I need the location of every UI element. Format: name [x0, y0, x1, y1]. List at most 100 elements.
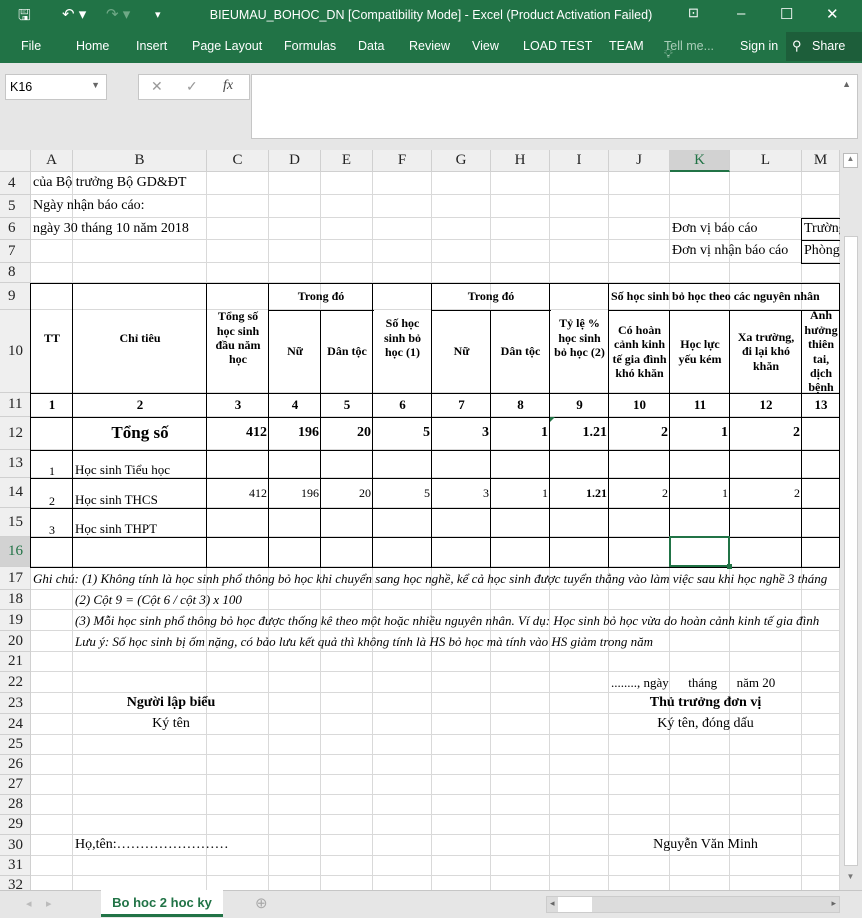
column-header-G[interactable]: G: [432, 150, 491, 172]
row-header-14[interactable]: 14: [0, 478, 31, 508]
minimize-icon[interactable]: –: [737, 5, 745, 22]
selected-cell-K16[interactable]: [669, 536, 730, 567]
close-icon[interactable]: ✕: [826, 5, 839, 23]
ribbon-display-icon[interactable]: ⊡: [688, 5, 699, 21]
cell-col-numbers-3: 4: [269, 393, 321, 417]
cell-text: 3: [49, 522, 55, 537]
share-button[interactable]: ⚲ Share: [786, 32, 862, 61]
cell-text: 20: [359, 485, 371, 500]
cell-rows-0-name: Tổng số: [73, 417, 207, 450]
window-title: BIEUMAU_BOHOC_DN [Compatibility Mode] - …: [209, 8, 653, 22]
cell-text: Trường: [804, 220, 840, 236]
row-header-25[interactable]: 25: [0, 735, 31, 755]
tab-view[interactable]: View: [472, 39, 499, 53]
scroll-right-icon[interactable]: ▸: [831, 898, 836, 909]
vertical-scroll-thumb[interactable]: [844, 236, 858, 866]
tell-me-search[interactable]: 💡︎ Tell me...: [664, 39, 714, 61]
row-header-6[interactable]: 6: [0, 218, 31, 240]
row-header-26[interactable]: 26: [0, 755, 31, 775]
row-header-16[interactable]: 16: [0, 537, 31, 567]
cell-col-numbers-6: 7: [432, 393, 491, 417]
chevron-down-icon[interactable]: ▼: [91, 80, 100, 90]
column-header-M[interactable]: M: [802, 150, 840, 172]
tab-load-test[interactable]: LOAD TEST: [523, 39, 592, 53]
tab-file[interactable]: File: [21, 39, 41, 53]
column-header-I[interactable]: I: [550, 150, 609, 172]
row-header-21[interactable]: 21: [0, 652, 31, 672]
row-header-19[interactable]: 19: [0, 610, 31, 631]
tab-insert[interactable]: Insert: [136, 39, 167, 53]
tab-team[interactable]: TEAM: [609, 39, 644, 53]
next-sheet-icon[interactable]: ▸: [46, 897, 52, 910]
cell-text: Học sinh THCS: [75, 492, 158, 508]
select-all-corner[interactable]: [0, 150, 31, 172]
insert-function-icon[interactable]: fx: [223, 78, 233, 94]
cell-text: 2: [662, 485, 668, 500]
row-header-31[interactable]: 31: [0, 856, 31, 876]
row-header-7[interactable]: 7: [0, 240, 31, 263]
cell-rows-1-values-5: [491, 450, 550, 478]
row-header-24[interactable]: 24: [0, 714, 31, 735]
tab-page-layout[interactable]: Page Layout: [192, 39, 262, 53]
row-header-30[interactable]: 30: [0, 835, 31, 856]
row-header-13[interactable]: 13: [0, 450, 31, 478]
sign-in-link[interactable]: Sign in: [740, 39, 778, 53]
cell-rows-3-tt: 3: [31, 508, 73, 537]
column-header-K[interactable]: K: [670, 150, 730, 172]
scroll-down-icon[interactable]: ▼: [843, 872, 858, 881]
collapse-formula-icon[interactable]: ▲: [842, 79, 851, 89]
row-header-4[interactable]: 4: [0, 172, 31, 195]
row-header-32[interactable]: 32: [0, 876, 31, 890]
row-header-29[interactable]: 29: [0, 815, 31, 835]
row-header-9[interactable]: 9: [0, 283, 31, 310]
cell-text: 9: [576, 397, 583, 413]
row-header-8[interactable]: 8: [0, 263, 31, 283]
row-header-15[interactable]: 15: [0, 508, 31, 537]
row-header-22[interactable]: 22: [0, 672, 31, 693]
scroll-left-icon[interactable]: ◂: [550, 898, 555, 909]
row-header-20[interactable]: 20: [0, 631, 31, 652]
worksheet-grid[interactable]: A B C D E F G H I J K L M 4 5 6 7 8 9 10 11 12 13 14 15 16 17 18 19 2…: [0, 150, 840, 890]
prev-sheet-icon[interactable]: ◂: [26, 897, 32, 910]
tab-review[interactable]: Review: [409, 39, 450, 53]
row-header-17[interactable]: 17: [0, 567, 31, 590]
cell-header-trong-do-2: Trong đó: [432, 283, 550, 310]
tab-home[interactable]: Home: [76, 39, 109, 53]
cell-text: ........, ngày tháng năm 20: [611, 674, 776, 690]
row-header-5[interactable]: 5: [0, 195, 31, 218]
column-header-D[interactable]: D: [269, 150, 321, 172]
add-sheet-icon[interactable]: ⊕: [255, 894, 268, 912]
horizontal-scrollbar[interactable]: ◂ ▸: [546, 896, 840, 913]
column-header-F[interactable]: F: [373, 150, 432, 172]
row-header-10[interactable]: 10: [0, 310, 31, 393]
row-header-11[interactable]: 11: [0, 393, 31, 417]
vertical-scrollbar[interactable]: ▲ ▼: [840, 150, 862, 890]
cell-don-vi-nhan: Đơn vị nhận báo cáo: [670, 240, 802, 263]
name-box[interactable]: K16 ▼: [5, 74, 107, 100]
column-header-B[interactable]: B: [73, 150, 207, 172]
column-header-L[interactable]: L: [730, 150, 802, 172]
tab-formulas[interactable]: Formulas: [284, 39, 336, 53]
column-header-H[interactable]: H: [491, 150, 550, 172]
maximize-icon[interactable]: ☐: [780, 5, 793, 23]
cancel-icon[interactable]: ✕: [151, 78, 163, 95]
formula-input[interactable]: ▲: [251, 74, 858, 139]
scroll-up-icon[interactable]: ▲: [843, 153, 858, 168]
cell-text: 1: [49, 463, 55, 478]
tab-data[interactable]: Data: [358, 39, 384, 53]
row-header-18[interactable]: 18: [0, 590, 31, 610]
cell-header-hoan-canh: Có hoàn cảnh kinh tế gia đình khó khăn: [609, 310, 670, 393]
row-header-23[interactable]: 23: [0, 693, 31, 714]
column-header-E[interactable]: E: [321, 150, 373, 172]
column-header-C[interactable]: C: [207, 150, 269, 172]
fill-handle[interactable]: [727, 564, 732, 569]
column-header-A[interactable]: A: [31, 150, 73, 172]
sheet-tab-bo-hoc-2-hoc-ky[interactable]: Bo hoc 2 hoc ky: [101, 890, 223, 917]
enter-check-icon[interactable]: ✓: [186, 78, 198, 95]
row-header-27[interactable]: 27: [0, 775, 31, 795]
column-header-J[interactable]: J: [609, 150, 670, 172]
row-header-12[interactable]: 12: [0, 417, 31, 450]
cell-rows-2-values-7: 2: [609, 478, 670, 508]
horizontal-scroll-thumb[interactable]: [558, 897, 592, 912]
row-header-28[interactable]: 28: [0, 795, 31, 815]
